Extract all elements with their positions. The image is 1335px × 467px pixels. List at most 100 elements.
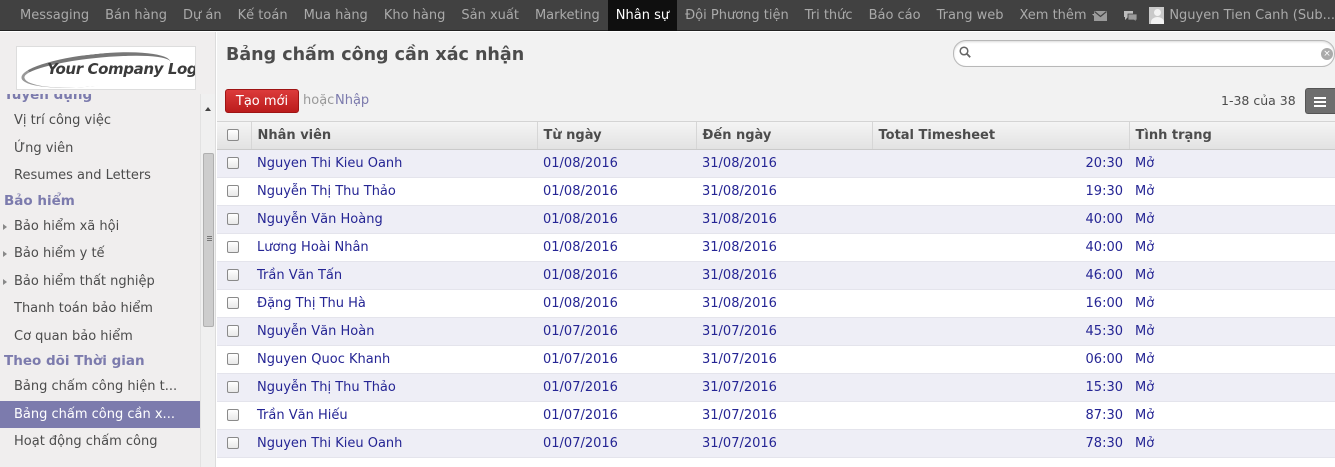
cell-total-timesheet[interactable]: 40:00: [872, 233, 1129, 262]
cell-employee[interactable]: Đặng Thị Thu Hà: [251, 289, 537, 318]
sidebar-item-insurance_items-0[interactable]: Bảo hiểm xã hội: [0, 213, 200, 241]
menu-item-4[interactable]: Mua hàng: [296, 0, 376, 31]
column-header-date-to[interactable]: Đến ngày: [696, 122, 873, 150]
sidebar-item-insurance_items-1[interactable]: Bảo hiểm y tế: [0, 240, 200, 268]
cell-date-from[interactable]: 01/07/2016: [537, 401, 696, 430]
import-link[interactable]: Nhập: [335, 93, 369, 108]
column-header-date-from[interactable]: Từ ngày: [537, 122, 697, 150]
select-all-checkbox[interactable]: [227, 129, 239, 142]
search-input[interactable]: [978, 43, 1318, 64]
row-checkbox-cell[interactable]: [217, 149, 251, 178]
sidebar-item-insurance_items-3[interactable]: Thanh toán bảo hiểm: [0, 295, 200, 323]
cell-status[interactable]: Mở: [1129, 317, 1335, 346]
cell-date-to[interactable]: 31/07/2016: [696, 401, 872, 430]
pager-value[interactable]: 1-38 của 38: [1221, 93, 1296, 108]
create-button[interactable]: Tạo mới: [225, 89, 299, 113]
table-row[interactable]: Đặng Thị Thu Hà 01/08/2016 31/08/2016 16:00…: [217, 289, 1335, 318]
menu-item-1[interactable]: Bán hàng: [97, 0, 175, 31]
list-view-button[interactable]: [1305, 88, 1335, 114]
cell-total-timesheet[interactable]: 40:00: [872, 205, 1129, 234]
row-checkbox-cell[interactable]: [217, 373, 251, 402]
row-checkbox[interactable]: [227, 353, 239, 365]
cell-employee[interactable]: Nguyễn Văn Hoàn: [251, 317, 537, 346]
table-row[interactable]: Nguyễn Thị Thu Thảo 01/08/2016 31/08/2016 1…: [217, 177, 1335, 206]
cell-date-to[interactable]: 31/07/2016: [696, 373, 872, 402]
table-row[interactable]: Nguyễn Thị Thu Thảo 01/07/2016 31/07/2016 1…: [217, 373, 1335, 402]
cell-status[interactable]: Mở: [1129, 233, 1335, 262]
menu-item-10[interactable]: Tri thức: [797, 0, 861, 31]
cell-employee[interactable]: Lương Hoài Nhân: [251, 233, 537, 262]
cell-employee[interactable]: Nguyen Thi Kieu Oanh: [251, 429, 537, 458]
row-checkbox[interactable]: [227, 325, 239, 337]
cell-total-timesheet[interactable]: 46:00: [872, 261, 1129, 290]
menu-item-6[interactable]: Sản xuất: [453, 0, 527, 31]
menu-item-2[interactable]: Dự án: [175, 0, 230, 31]
row-checkbox[interactable]: [227, 241, 239, 253]
cell-date-to[interactable]: 31/08/2016: [696, 233, 872, 262]
sidebar-item-time_items-2[interactable]: Hoạt động chấm công: [0, 428, 200, 456]
chat-icon[interactable]: [1115, 0, 1145, 31]
cell-date-from[interactable]: 01/08/2016: [537, 289, 696, 318]
cell-status[interactable]: Mở: [1129, 177, 1335, 206]
cell-date-from[interactable]: 01/07/2016: [537, 345, 696, 374]
sidebar-item-recruit_items-1[interactable]: Ứng viên: [0, 135, 200, 163]
menu-item-3[interactable]: Kế toán: [230, 0, 296, 31]
sidebar-item-time_items-0[interactable]: Bảng chấm công hiện t...: [0, 373, 200, 401]
cell-total-timesheet[interactable]: 87:30: [872, 401, 1129, 430]
sidebar-scrollbar[interactable]: [200, 94, 215, 467]
menu-item-5[interactable]: Kho hàng: [376, 0, 454, 31]
table-row[interactable]: Nguyen Thi Kieu Oanh 01/08/2016 31/08/2016…: [217, 149, 1335, 178]
mail-icon[interactable]: [1085, 0, 1115, 31]
row-checkbox[interactable]: [227, 269, 239, 281]
cell-date-from[interactable]: 01/08/2016: [537, 205, 696, 234]
row-checkbox[interactable]: [227, 185, 239, 197]
table-row[interactable]: Nguyen Quoc Khanh 01/07/2016 31/07/2016 06:…: [217, 345, 1335, 374]
cell-date-from[interactable]: 01/08/2016: [537, 177, 696, 206]
row-checkbox[interactable]: [227, 213, 239, 225]
row-checkbox[interactable]: [227, 297, 239, 309]
cell-status[interactable]: Mở: [1129, 261, 1335, 290]
cell-status[interactable]: Mở: [1129, 289, 1335, 318]
row-checkbox-cell[interactable]: [217, 289, 251, 318]
cell-status[interactable]: Mở: [1129, 373, 1335, 402]
row-checkbox-cell[interactable]: [217, 233, 251, 262]
cell-total-timesheet[interactable]: 16:00: [872, 289, 1129, 318]
cell-total-timesheet[interactable]: 19:30: [872, 177, 1129, 206]
row-checkbox-cell[interactable]: [217, 317, 251, 346]
column-header-status[interactable]: Tình trạng: [1129, 122, 1335, 150]
row-checkbox-cell[interactable]: [217, 261, 251, 290]
cell-employee[interactable]: Nguyễn Văn Hoàng: [251, 205, 537, 234]
menu-item-11[interactable]: Báo cáo: [861, 0, 929, 31]
row-checkbox[interactable]: [227, 409, 239, 421]
cell-status[interactable]: Mở: [1129, 401, 1335, 430]
scrollbar-thumb[interactable]: [203, 153, 214, 327]
sidebar-item-recruit_items-0[interactable]: Vị trí công việc: [0, 107, 200, 135]
table-row[interactable]: Lương Hoài Nhân 01/08/2016 31/08/2016 40:00…: [217, 233, 1335, 262]
sidebar-item-recruit_items-2[interactable]: Resumes and Letters: [0, 162, 200, 190]
cell-employee[interactable]: Trần Văn Hiếu: [251, 401, 537, 430]
cell-employee[interactable]: Nguyen Thi Kieu Oanh: [251, 149, 537, 178]
cell-date-to[interactable]: 31/07/2016: [696, 429, 872, 458]
row-checkbox-cell[interactable]: [217, 401, 251, 430]
table-row[interactable]: Trần Văn Tấn 01/08/2016 31/08/2016 46:00 Mở: [217, 261, 1335, 290]
menu-item-9[interactable]: Đội Phương tiện: [677, 0, 797, 31]
cell-status[interactable]: Mở: [1129, 429, 1335, 458]
table-row[interactable]: Trần Văn Hiếu 01/07/2016 31/07/2016 87:30 Mở: [217, 401, 1335, 430]
cell-date-to[interactable]: 31/07/2016: [696, 345, 872, 374]
cell-employee[interactable]: Nguyễn Thị Thu Thảo: [251, 373, 537, 402]
cell-total-timesheet[interactable]: 06:00: [872, 345, 1129, 374]
cell-total-timesheet[interactable]: 45:30: [872, 317, 1129, 346]
column-header-total-timesheet[interactable]: Total Timesheet: [872, 122, 1130, 150]
row-checkbox-cell[interactable]: [217, 177, 251, 206]
row-checkbox[interactable]: [227, 157, 239, 169]
cell-employee[interactable]: Trần Văn Tấn: [251, 261, 537, 290]
cell-date-to[interactable]: 31/08/2016: [696, 261, 872, 290]
user-menu[interactable]: Nguyen Tien Canh (Sub...: [1145, 0, 1335, 31]
cell-status[interactable]: Mở: [1129, 205, 1335, 234]
cell-date-from[interactable]: 01/07/2016: [537, 317, 696, 346]
sidebar-item-insurance_items-4[interactable]: Cơ quan bảo hiểm: [0, 323, 200, 351]
table-row[interactable]: Nguyen Thi Kieu Oanh 01/07/2016 31/07/2016…: [217, 429, 1335, 458]
cell-status[interactable]: Mở: [1129, 149, 1335, 178]
menu-item-0[interactable]: Messaging: [12, 0, 97, 31]
cell-status[interactable]: Mở: [1129, 345, 1335, 374]
